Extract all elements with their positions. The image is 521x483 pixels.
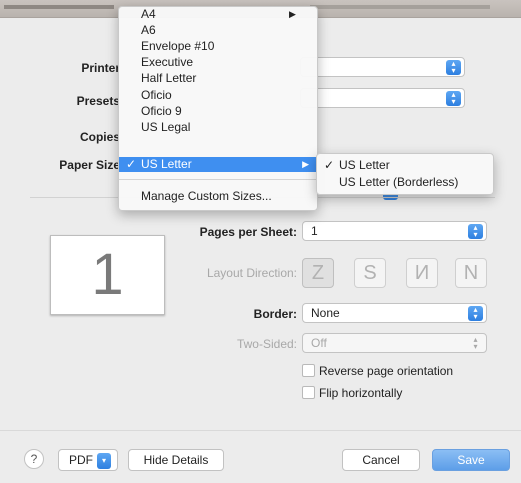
page-preview: 1 [50,235,165,315]
presets-stepper-icon: ▴ ▾ [446,91,461,106]
submenu-arrow-icon: ▶ [302,159,309,169]
menu-item-oficio[interactable]: Oficio [119,88,317,103]
reverse-orientation-label: Reverse page orientation [319,364,454,378]
menu-item-manage-custom-sizes[interactable]: Manage Custom Sizes... [119,189,317,204]
layout-direction-z-button[interactable]: Z [302,258,334,288]
titlebar-blur-left [4,5,114,9]
flip-horizontal-label: Flip horizontally [319,386,403,400]
two-sided-label: Two-Sided: [236,337,297,351]
submenu-item-us-letter[interactable]: ✓ US Letter [317,158,493,173]
pages-per-sheet-select[interactable]: 1 ▴ ▾ [302,221,487,241]
reverse-orientation-checkbox[interactable] [302,364,315,377]
layout-direction-n-reversed-button[interactable]: N [406,258,438,288]
submenu-checkmark-icon: ✓ [324,158,335,172]
border-select[interactable]: None ▴ ▾ [302,303,487,323]
menu-item-envelope-10[interactable]: Envelope #10 [119,39,317,54]
footer-separator [0,430,521,431]
paper-size-label: Paper Size [59,158,120,172]
flip-horizontal-row[interactable]: Flip horizontally [302,386,402,400]
pdf-dropdown-icon: ▾ [97,452,111,469]
menu-item-us-legal[interactable]: US Legal [119,120,317,135]
layout-direction-s-button[interactable]: S [354,258,386,288]
menu-item-us-letter[interactable]: ✓ US Letter ▶ [119,157,317,172]
submenu-item-us-letter-borderless[interactable]: US Letter (Borderless) [317,175,493,190]
menu-item-half-letter[interactable]: Half Letter [119,71,317,86]
pdf-label: PDF [69,453,93,467]
checkmark-icon: ✓ [126,157,137,171]
menu-item-executive[interactable]: Executive [119,55,317,70]
two-sided-value: Off [311,336,327,350]
printer-label: Printer [81,61,120,75]
pages-per-sheet-label: Pages per Sheet: [199,225,297,239]
us-letter-submenu: ✓ US Letter US Letter (Borderless) [316,153,494,195]
menu-item-a4[interactable]: A4 [119,7,317,22]
printer-select[interactable]: ▴ ▾ [300,57,465,77]
menu-item-us-letter-label: US Letter [141,157,192,171]
two-sided-stepper-icon: ▴ ▾ [473,335,478,351]
cancel-button[interactable]: Cancel [342,449,420,471]
save-button[interactable]: Save [432,449,510,471]
menu-separator [119,179,317,180]
menu-item-a6[interactable]: A6 [119,23,317,38]
layout-direction-label: Layout Direction: [206,266,297,280]
border-stepper-icon: ▴ ▾ [468,306,483,321]
two-sided-select: Off ▴ ▾ [302,333,487,353]
titlebar-blur-right [310,5,490,9]
help-button[interactable]: ? [24,449,44,469]
layout-direction-n-button[interactable]: N [455,258,487,288]
menu-item-a4-submenu-arrow: ▶ [289,9,296,19]
printer-stepper-icon: ▴ ▾ [446,60,461,75]
submenu-item-us-letter-label: US Letter [339,158,390,172]
border-label: Border: [253,307,297,321]
border-value: None [311,306,340,320]
pdf-menu-button[interactable]: PDF ▾ [58,449,118,471]
pages-per-sheet-stepper-icon: ▴ ▾ [468,224,483,239]
pages-per-sheet-value: 1 [311,224,318,238]
hide-details-button[interactable]: Hide Details [128,449,224,471]
copies-label: Copies [79,130,120,144]
reverse-orientation-row[interactable]: Reverse page orientation [302,364,453,378]
paper-size-menu: A4 ▶ A6 Envelope #10 Executive Half Lett… [118,6,318,211]
flip-horizontal-checkbox[interactable] [302,386,315,399]
presets-select[interactable]: ▴ ▾ [300,88,465,108]
presets-label: Presets [76,94,120,108]
menu-item-oficio-9[interactable]: Oficio 9 [119,104,317,119]
